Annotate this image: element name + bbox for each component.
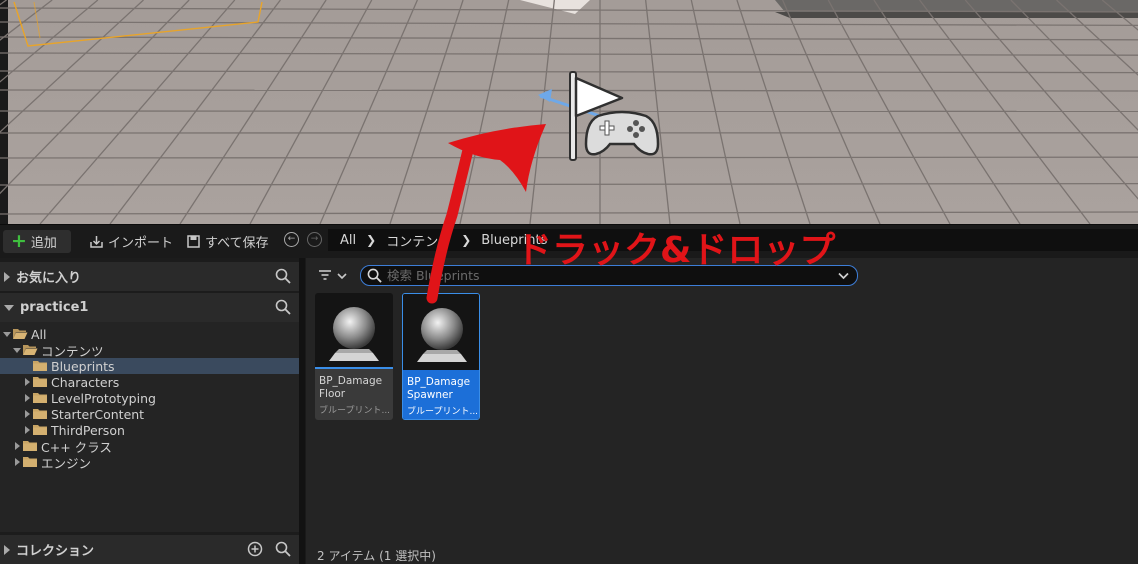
asset-info: BP_Damage Spawner ブループリント... [403, 370, 479, 419]
favorites-label: お気に入り [16, 271, 82, 286]
folder-icon [12, 328, 28, 340]
expand-arrow-icon [4, 304, 14, 311]
folder-icon [32, 408, 48, 420]
import-label: インポート [108, 236, 174, 251]
asset-name: BP_Damage [407, 376, 471, 388]
add-circle-icon[interactable] [247, 541, 263, 561]
folder-icon [22, 456, 38, 468]
gamepad-icon [584, 110, 660, 158]
back-arrow-icon[interactable]: ← [284, 232, 299, 247]
asset-name: Floor [319, 388, 346, 400]
tree-item-label: LevelPrototyping [51, 390, 156, 406]
collapse-arrow-icon[interactable] [22, 410, 32, 418]
breadcrumb-item-content[interactable]: コンテンツ [380, 231, 457, 250]
tree-item-label: Characters [51, 374, 120, 390]
tree-item[interactable]: コンテンツ [0, 342, 299, 359]
add-label: 追加 [30, 236, 57, 251]
collapse-arrow-icon [4, 544, 10, 555]
search-icon[interactable] [275, 299, 291, 319]
collapse-arrow-icon[interactable] [22, 378, 32, 386]
asset-name: Spawner [407, 389, 453, 401]
tree-item[interactable]: Characters [0, 374, 299, 390]
level-viewport[interactable] [0, 0, 1138, 224]
favorites-header[interactable]: お気に入り [0, 262, 301, 291]
project-label: practice1 [20, 300, 89, 315]
plus-icon: + [11, 230, 27, 252]
search-icon[interactable] [275, 541, 291, 561]
save-all-button[interactable]: すべて保存 [185, 230, 269, 253]
asset-info: BP_Damage Floor ブループリント... [315, 369, 393, 420]
project-header[interactable]: practice1 [0, 293, 301, 322]
collapse-arrow-icon [4, 271, 10, 282]
collapse-arrow-icon[interactable] [12, 442, 22, 450]
tree-item-label: コンテンツ [41, 343, 104, 359]
filter-button[interactable] [318, 268, 352, 284]
expand-arrow-icon[interactable] [12, 347, 22, 353]
folder-tree: All コンテンツ Blueprints Characters LevelPrototy… [0, 322, 299, 532]
collections-header[interactable]: コレクション [0, 535, 301, 564]
import-icon [88, 234, 104, 250]
item-count-status: 2 アイテム (1 選択中) [317, 549, 436, 563]
tree-item[interactable]: StarterContent [0, 406, 299, 422]
chevron-down-icon[interactable] [838, 269, 849, 283]
tree-item-label: エンジン [41, 455, 92, 471]
asset-tile-bp-damage-spawner[interactable]: BP_Damage Spawner ブループリント... [402, 293, 480, 420]
folder-icon [22, 344, 38, 356]
blueprint-thumbnail [403, 294, 479, 370]
blueprint-thumbnail [315, 293, 393, 369]
asset-name: BP_Damage [319, 375, 383, 387]
filter-icon [318, 269, 332, 284]
tree-item-label: ThirdPerson [51, 422, 125, 438]
breadcrumb-separator: ❯ [366, 233, 377, 247]
save-icon [185, 234, 201, 250]
annotation-text: ドラック&ドロップ [516, 230, 836, 271]
collapse-arrow-icon[interactable] [22, 394, 32, 402]
tree-item[interactable]: Blueprints [0, 358, 299, 374]
breadcrumb-separator: ❯ [461, 233, 472, 247]
tree-item-label: Blueprints [51, 358, 115, 374]
expand-arrow-icon[interactable] [2, 331, 12, 337]
saveall-label: すべて保存 [205, 236, 269, 251]
search-icon [367, 268, 382, 283]
folder-icon [32, 376, 48, 388]
collections-label: コレクション [16, 544, 95, 559]
tree-item[interactable]: エンジン [0, 454, 299, 471]
folder-icon [22, 440, 38, 452]
tree-item[interactable]: LevelPrototyping [0, 390, 299, 406]
splitter[interactable] [299, 258, 305, 564]
asset-tile-bp-damage-floor[interactable]: BP_Damage Floor ブループリント... [315, 293, 393, 420]
folder-icon [32, 392, 48, 404]
collapse-arrow-icon[interactable] [22, 426, 32, 434]
chevron-down-icon [337, 269, 347, 283]
forward-arrow-icon[interactable]: → [307, 232, 322, 247]
folder-icon [32, 424, 48, 436]
import-button[interactable]: インポート [88, 230, 173, 253]
folder-icon [32, 360, 48, 372]
tree-item-label: StarterContent [51, 406, 145, 422]
add-button[interactable]: + 追加 [3, 230, 71, 253]
tree-item-label: All [31, 326, 47, 342]
asset-type: ブループリント... [407, 407, 477, 417]
collapse-arrow-icon[interactable] [12, 458, 22, 466]
breadcrumb-item-all[interactable]: All [328, 233, 362, 248]
search-icon[interactable] [275, 268, 291, 288]
asset-type: ブループリント... [319, 406, 389, 416]
